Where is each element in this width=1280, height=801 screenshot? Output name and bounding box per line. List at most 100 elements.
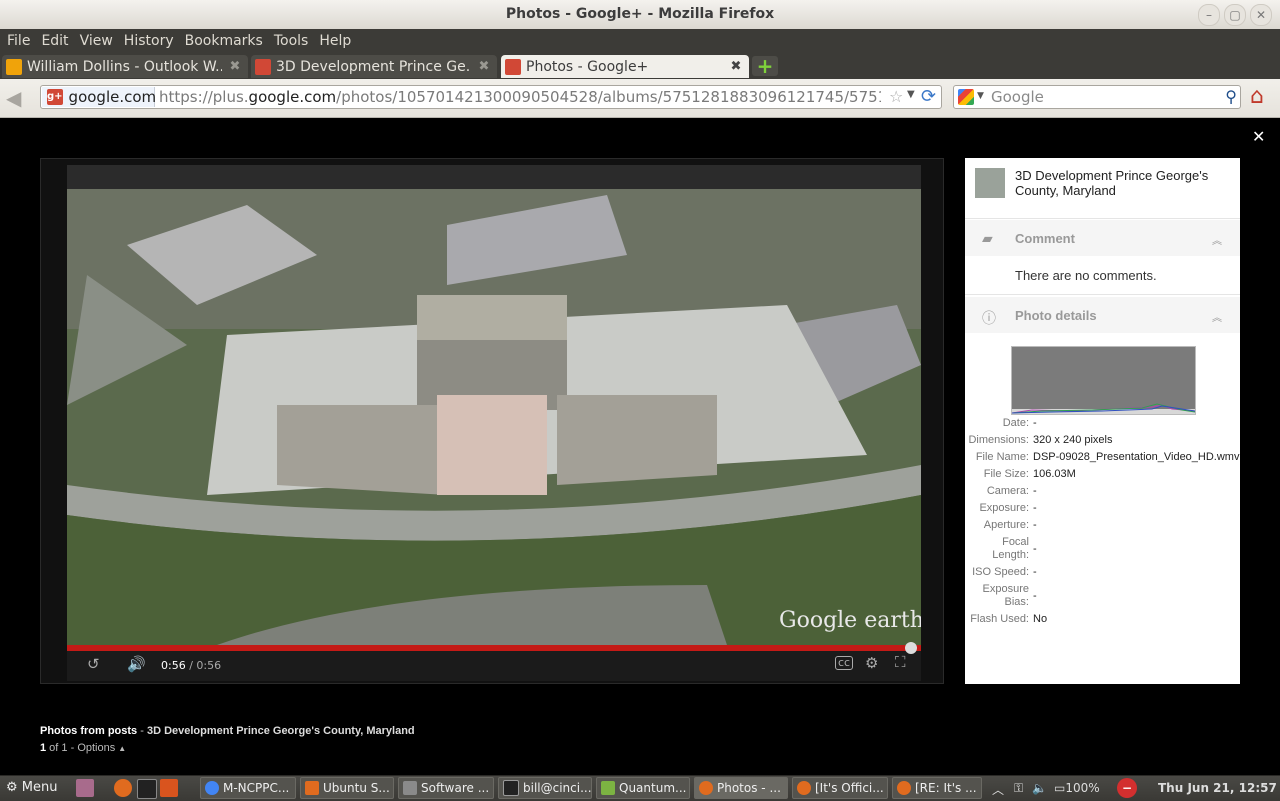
divider (965, 294, 1240, 295)
search-placeholder: Google (991, 88, 1044, 106)
pagination: 1 of 1 - Options ▲ (40, 742, 127, 754)
task-button[interactable]: [RE: It's ... (892, 777, 982, 799)
url-bar[interactable]: g+ google.com https://plus.google.com/ph… (40, 85, 942, 109)
comment-label: Comment (1015, 231, 1075, 246)
battery-icon: ▭ (1054, 781, 1066, 795)
tab-outlook[interactable]: William Dollins - Outlook W... ✖ (2, 55, 248, 78)
menu-bookmarks[interactable]: Bookmarks (185, 33, 263, 49)
video-controls: ↺ 🔊 0:56 / 0:56 cc ⚙ ⛶ (67, 642, 921, 681)
video-player[interactable]: Google earth ↺ 🔊 0:56 / 0:56 cc ⚙ ⛶ (40, 158, 944, 684)
tab-bar: William Dollins - Outlook W... ✖ 3D Deve… (0, 53, 1280, 79)
software-icon (403, 781, 417, 795)
minimize-button[interactable]: – (1198, 4, 1220, 26)
tab-photos[interactable]: Photos - Google+ ✖ (501, 55, 749, 78)
menu-view[interactable]: View (80, 33, 113, 49)
task-button[interactable]: bill@cinci... (498, 777, 592, 799)
tab-3d-development[interactable]: 3D Development Prince Ge... ✖ (251, 55, 497, 78)
collapse-chevron-icon[interactable]: ︽ (1212, 232, 1222, 247)
photo-details-label: Photo details (1015, 308, 1097, 323)
options-caret-icon: ▲ (118, 744, 127, 753)
volume-icon[interactable]: 🔊 (127, 655, 146, 673)
search-icon[interactable]: ⚲ (1225, 87, 1237, 106)
menu-edit[interactable]: Edit (41, 33, 68, 49)
navigation-bar: ◀ g+ google.com https://plus.google.com/… (0, 79, 1280, 118)
network-icon[interactable]: ⚿ (1014, 781, 1023, 796)
task-button[interactable]: [It's Offici... (792, 777, 888, 799)
clock[interactable]: Thu Jun 21, 12:57 (1158, 781, 1277, 795)
menu-tools[interactable]: Tools (274, 33, 309, 49)
chrome-icon (205, 781, 219, 795)
volume-tray-icon[interactable]: 🔈 (1032, 781, 1047, 795)
tab-label: 3D Development Prince Ge... (276, 58, 471, 75)
firefox-launcher-icon[interactable] (114, 779, 132, 797)
close-lightbox-icon[interactable]: ✕ (1252, 127, 1265, 146)
gear-icon: ⚙ (6, 780, 18, 795)
reload-icon[interactable]: ⟳ (921, 86, 936, 107)
album-breadcrumb: Photos from posts - 3D Development Princ… (40, 725, 415, 737)
menu-help[interactable]: Help (319, 33, 351, 49)
bookmark-star-icon[interactable]: ☆ (889, 87, 903, 106)
home-icon[interactable]: ⌂ (1250, 85, 1274, 109)
search-bar[interactable]: ▼ Google ⚲ (953, 85, 1241, 109)
firefox-icon (897, 781, 911, 795)
ubuntu-icon (305, 781, 319, 795)
close-tab-icon[interactable]: ✖ (729, 59, 743, 74)
files-launcher-icon[interactable] (160, 779, 178, 797)
battery-status[interactable]: ▭100% (1054, 781, 1100, 795)
tab-label: William Dollins - Outlook W... (27, 58, 222, 75)
album-title[interactable]: 3D Development Prince George's County, M… (1015, 168, 1230, 198)
video-progress-bar[interactable] (67, 645, 921, 651)
collapse-chevron-icon[interactable]: ︽ (1212, 309, 1222, 324)
notification-icon[interactable]: − (1117, 778, 1137, 798)
search-engine-dropdown-icon[interactable]: ▼ (977, 91, 984, 101)
terminal-launcher-icon[interactable] (137, 779, 157, 799)
firefox-icon (699, 781, 713, 795)
new-tab-button[interactable]: + (752, 56, 778, 76)
divider (965, 218, 1240, 219)
options-menu[interactable]: Options (77, 742, 115, 754)
album-thumbnail[interactable] (975, 168, 1005, 198)
info-icon: ⓘ (982, 311, 996, 327)
menu-history[interactable]: History (124, 33, 174, 49)
task-button[interactable]: Quantum... (596, 777, 690, 799)
photos-from-posts-link[interactable]: Photos from posts (40, 725, 137, 737)
task-button[interactable]: M-NCPPC... (200, 777, 296, 799)
window-title: Photos - Google+ - Mozilla Firefox (505, 6, 775, 22)
site-identity[interactable]: g+ google.com (42, 87, 157, 107)
start-menu-button[interactable]: ⚙ Menu (6, 780, 58, 795)
maximize-button[interactable]: ▢ (1224, 4, 1246, 26)
aerial-view-image: Google earth (67, 165, 921, 645)
google-search-engine-icon[interactable] (958, 89, 974, 105)
video-time: 0:56 / 0:56 (161, 659, 222, 672)
settings-gear-icon[interactable]: ⚙ (865, 654, 878, 672)
back-arrow-icon[interactable]: ◀ (6, 87, 28, 109)
album-link[interactable]: 3D Development Prince George's County, M… (147, 725, 415, 737)
captions-icon[interactable]: cc (835, 656, 854, 670)
window-title-bar: Photos - Google+ - Mozilla Firefox – ▢ ✕ (0, 0, 1280, 29)
menu-file[interactable]: File (7, 33, 30, 49)
close-window-button[interactable]: ✕ (1250, 4, 1272, 26)
task-button[interactable]: Ubuntu S... (300, 777, 394, 799)
fullscreen-icon[interactable]: ⛶ (895, 653, 906, 671)
terminal-icon (503, 780, 519, 796)
close-tab-icon[interactable]: ✖ (228, 59, 242, 74)
video-scrub-handle[interactable] (905, 642, 917, 654)
no-comments-text: There are no comments. (1015, 268, 1157, 283)
google-plus-favicon-icon: g+ (47, 89, 63, 105)
tray-expand-icon[interactable]: ︿ (992, 781, 1004, 798)
firefox-icon (797, 781, 811, 795)
menu-bar: File Edit View History Bookmarks Tools H… (0, 29, 1280, 53)
comment-section-header[interactable]: ▰ Comment ︽ (965, 220, 1240, 256)
photo-details-section-header[interactable]: ⓘ Photo details ︽ (965, 297, 1240, 333)
replay-icon[interactable]: ↺ (87, 655, 100, 673)
url-text[interactable]: https://plus.google.com/photos/105701421… (159, 88, 881, 106)
site-identity-domain: google.com (68, 88, 157, 106)
tab-label: Photos - Google+ (526, 58, 649, 75)
url-dropdown-icon[interactable]: ▼ (907, 89, 915, 100)
task-button-active[interactable]: Photos - ... (694, 777, 788, 799)
photo-info-panel: 3D Development Prince George's County, M… (965, 158, 1240, 684)
desktop-icon[interactable] (76, 779, 94, 797)
video-frame[interactable]: Google earth (67, 165, 921, 645)
close-tab-icon[interactable]: ✖ (477, 59, 491, 74)
task-button[interactable]: Software ... (398, 777, 494, 799)
